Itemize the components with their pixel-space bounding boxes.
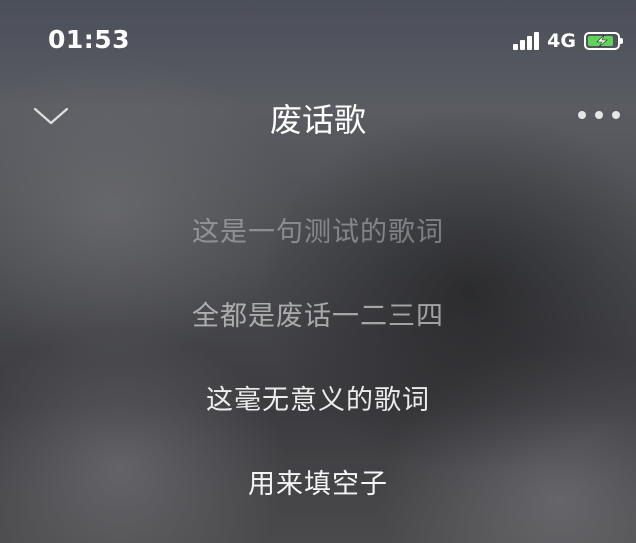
lyric-line[interactable]: 用来填空子 xyxy=(0,462,636,501)
player-header: 废话歌 xyxy=(0,85,636,145)
lyric-line[interactable]: 这毫无意义的歌词 xyxy=(0,378,636,417)
song-title: 废话歌 xyxy=(269,101,366,139)
battery-icon xyxy=(584,32,623,50)
lyric-line[interactable]: 全都是废话一二三四 xyxy=(0,294,636,333)
more-icon xyxy=(578,111,586,119)
charging-bolt-icon xyxy=(596,34,608,48)
more-button[interactable] xyxy=(578,105,620,125)
network-type: 4G xyxy=(547,30,576,52)
status-bar: 01:53 4G xyxy=(0,0,636,80)
lyric-line[interactable]: 这是一句测试的歌词 xyxy=(0,210,636,249)
status-time: 01:53 xyxy=(48,25,131,54)
signal-icon xyxy=(513,32,541,50)
status-indicators: 4G xyxy=(513,28,623,54)
